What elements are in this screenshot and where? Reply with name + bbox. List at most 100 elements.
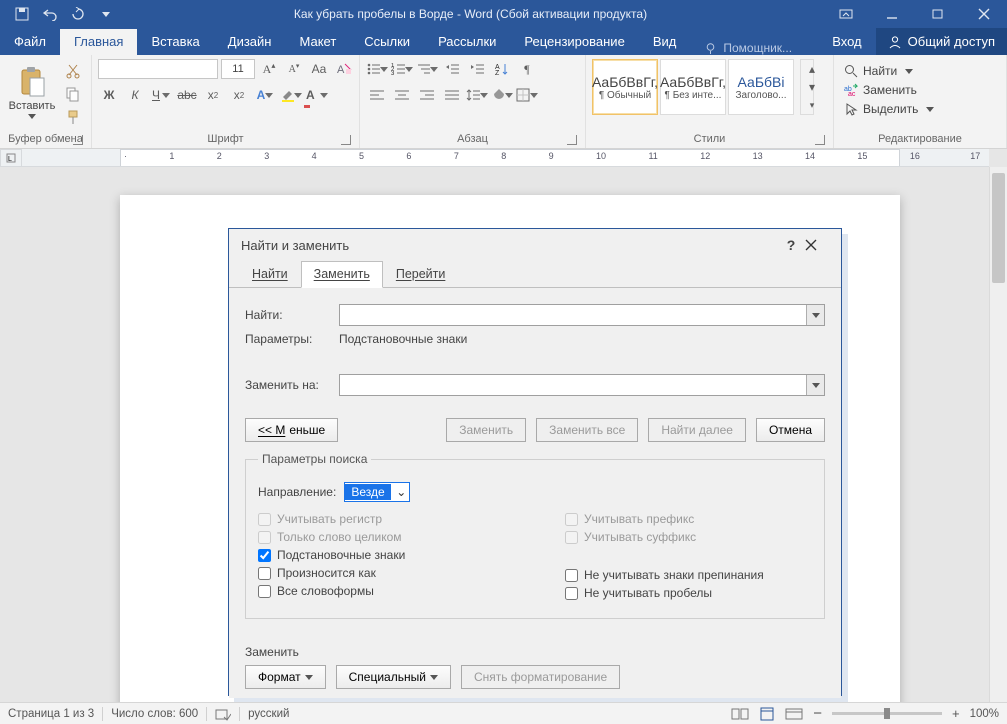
- select-button[interactable]: Выделить: [840, 101, 938, 117]
- tab-view[interactable]: Вид: [639, 29, 691, 55]
- find-button[interactable]: Найти: [840, 63, 938, 79]
- styles-more-icon[interactable]: ▾: [801, 96, 823, 114]
- replace-input[interactable]: [339, 374, 825, 396]
- web-layout-icon[interactable]: [785, 707, 803, 721]
- zoom-slider[interactable]: [832, 712, 942, 715]
- font-size[interactable]: 11: [221, 59, 255, 79]
- ruler-corner[interactable]: L: [0, 149, 22, 167]
- copy-icon[interactable]: [62, 84, 84, 104]
- status-language[interactable]: русский: [248, 708, 289, 720]
- tell-me[interactable]: Помощник...: [704, 41, 792, 55]
- replace-button[interactable]: abacЗаменить: [840, 82, 938, 98]
- tab-file[interactable]: Файл: [0, 29, 60, 55]
- italic-icon[interactable]: К: [124, 85, 146, 105]
- sort-icon[interactable]: AZ: [491, 59, 513, 79]
- dialog-launcher-icon[interactable]: [815, 135, 825, 145]
- tab-references[interactable]: Ссылки: [350, 29, 424, 55]
- underline-icon[interactable]: Ч: [150, 85, 172, 105]
- status-zoom[interactable]: 100%: [970, 708, 999, 720]
- replace-one-button[interactable]: Заменить: [446, 418, 526, 442]
- tab-replace[interactable]: Заменить: [301, 261, 383, 288]
- bold-icon[interactable]: Ж: [98, 85, 120, 105]
- change-case-icon[interactable]: Aa: [308, 59, 330, 79]
- outdent-icon[interactable]: [441, 59, 463, 79]
- share-button[interactable]: Общий доступ: [876, 28, 1007, 55]
- font-color-icon[interactable]: A: [306, 85, 328, 105]
- format-button[interactable]: Формат: [245, 665, 326, 689]
- paste-button[interactable]: Вставить: [6, 59, 58, 125]
- proofing-icon[interactable]: [215, 707, 231, 721]
- indent-icon[interactable]: [466, 59, 488, 79]
- save-icon[interactable]: [10, 3, 34, 25]
- tab-design[interactable]: Дизайн: [214, 29, 286, 55]
- align-right-icon[interactable]: [416, 85, 438, 105]
- scroll-thumb[interactable]: [992, 173, 1005, 283]
- align-left-icon[interactable]: [366, 85, 388, 105]
- styles-up-icon[interactable]: ▴: [801, 60, 823, 78]
- ribbon-options-icon[interactable]: [823, 0, 869, 28]
- style-nospacing[interactable]: АаБбВвГг,¶ Без инте...: [660, 59, 726, 115]
- style-heading1[interactable]: АаБбВіЗаголово...: [728, 59, 794, 115]
- horizontal-ruler[interactable]: ·1234567891011121314151617: [22, 149, 989, 167]
- shrink-font-icon[interactable]: A▾: [283, 59, 305, 79]
- read-mode-icon[interactable]: [731, 707, 749, 721]
- close-icon[interactable]: [961, 0, 1007, 28]
- ignore-punct-check[interactable]: Не учитывать знаки препинания: [565, 568, 812, 582]
- pilcrow-icon[interactable]: ¶: [516, 59, 538, 79]
- format-painter-icon[interactable]: [62, 107, 84, 127]
- no-format-button[interactable]: Снять форматирование: [461, 665, 620, 689]
- print-layout-icon[interactable]: [759, 707, 775, 721]
- qat-customize-icon[interactable]: [94, 3, 118, 25]
- find-input[interactable]: [339, 304, 825, 326]
- dialog-titlebar[interactable]: Найти и заменить ?: [229, 229, 841, 261]
- cancel-button[interactable]: Отмена: [756, 418, 825, 442]
- align-center-icon[interactable]: [391, 85, 413, 105]
- special-button[interactable]: Специальный: [336, 665, 451, 689]
- tab-insert[interactable]: Вставка: [137, 29, 213, 55]
- tab-mailings[interactable]: Рассылки: [424, 29, 510, 55]
- redo-icon[interactable]: [66, 3, 90, 25]
- less-button[interactable]: << Меньше: [245, 418, 338, 442]
- direction-select[interactable]: Везде ⌄: [344, 482, 410, 502]
- styles-down-icon[interactable]: ▾: [801, 78, 823, 96]
- grow-font-icon[interactable]: A▴: [258, 59, 280, 79]
- maximize-icon[interactable]: [915, 0, 961, 28]
- strike-icon[interactable]: abc: [176, 85, 198, 105]
- dialog-launcher-icon[interactable]: [73, 135, 83, 145]
- dialog-launcher-icon[interactable]: [341, 135, 351, 145]
- bullets-icon[interactable]: [366, 59, 388, 79]
- minimize-icon[interactable]: [869, 0, 915, 28]
- chevron-down-icon[interactable]: ⌄: [393, 485, 409, 499]
- multilevel-icon[interactable]: [416, 59, 438, 79]
- chevron-down-icon[interactable]: [806, 305, 824, 325]
- justify-icon[interactable]: [441, 85, 463, 105]
- subscript-icon[interactable]: x2: [202, 85, 224, 105]
- zoom-out-icon[interactable]: −: [813, 709, 822, 719]
- word-forms-check[interactable]: Все словоформы: [258, 584, 505, 598]
- font-name[interactable]: [98, 59, 218, 79]
- text-effects-icon[interactable]: A: [254, 85, 276, 105]
- sign-in[interactable]: Вход: [818, 29, 875, 54]
- tab-find[interactable]: Найти: [239, 261, 301, 288]
- style-normal[interactable]: АаБбВвГг,¶ Обычный: [592, 59, 658, 115]
- undo-icon[interactable]: [38, 3, 62, 25]
- borders-icon[interactable]: [516, 85, 538, 105]
- help-icon[interactable]: ?: [777, 237, 805, 253]
- shading-icon[interactable]: [491, 85, 513, 105]
- numbering-icon[interactable]: 123: [391, 59, 413, 79]
- replace-all-button[interactable]: Заменить все: [536, 418, 638, 442]
- superscript-icon[interactable]: x2: [228, 85, 250, 105]
- tab-home[interactable]: Главная: [60, 29, 137, 55]
- tab-review[interactable]: Рецензирование: [510, 29, 638, 55]
- highlight-icon[interactable]: [280, 85, 302, 105]
- vertical-scrollbar[interactable]: [989, 167, 1007, 702]
- tab-layout[interactable]: Макет: [285, 29, 350, 55]
- dialog-close-icon[interactable]: [805, 239, 833, 251]
- zoom-in-icon[interactable]: +: [952, 706, 960, 721]
- wildcards-check[interactable]: Подстановочные знаки: [258, 548, 505, 562]
- ignore-space-check[interactable]: Не учитывать пробелы: [565, 586, 812, 600]
- sounds-like-check[interactable]: Произносится как: [258, 566, 505, 580]
- clear-format-icon[interactable]: A: [333, 59, 355, 79]
- tab-goto[interactable]: Перейти: [383, 261, 459, 288]
- chevron-down-icon[interactable]: [806, 375, 824, 395]
